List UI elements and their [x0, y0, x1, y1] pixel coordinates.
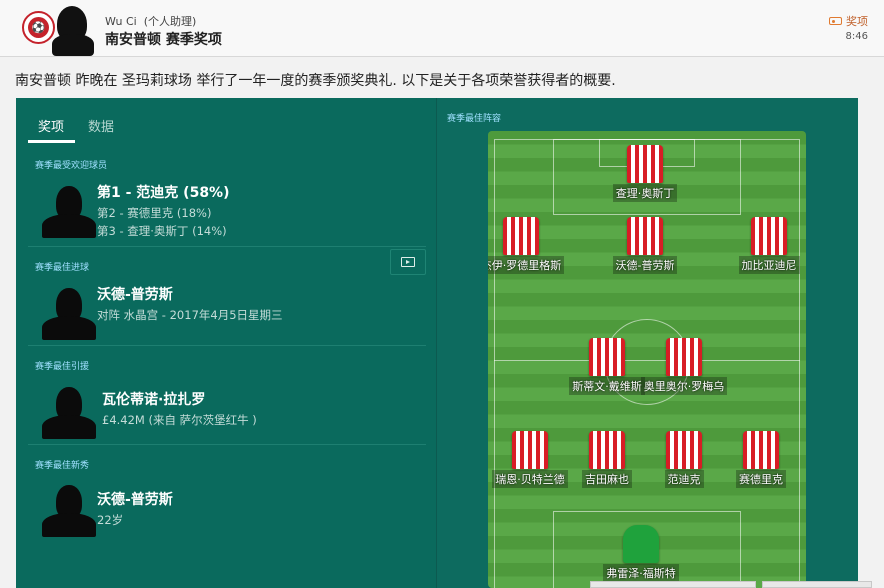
player-am[interactable]: 沃德-普劳斯: [610, 217, 680, 274]
goalkeeper-shirt-icon: [623, 525, 659, 563]
awards-list: 奖项 数据 赛季最受欢迎球员 第1 - 范迪克 (58%) 第2 - 赛德里克 …: [16, 98, 436, 588]
award-winner[interactable]: 沃德-普劳斯: [97, 489, 173, 509]
award-winner[interactable]: 沃德-普劳斯: [97, 284, 173, 304]
award-runner-up: 第2 - 赛德里克 (18%): [97, 206, 212, 220]
award-detail: £4.42M (来自 萨尔茨堡红牛 ): [102, 413, 257, 427]
tag-icon: [829, 17, 842, 25]
award-winner[interactable]: 第1 - 范迪克 (58%): [97, 182, 229, 202]
footer-button[interactable]: [590, 581, 756, 588]
shirt-icon: [512, 431, 548, 469]
shirt-icon: [666, 431, 702, 469]
panel-divider: [436, 98, 437, 588]
player-cm-left[interactable]: 斯蒂文·戴维斯: [569, 338, 645, 395]
player-cb-left[interactable]: 吉田麻也: [572, 431, 642, 488]
divider: [28, 444, 426, 445]
tv-play-icon: [401, 257, 415, 267]
player-gk[interactable]: 弗雷泽·福斯特: [603, 525, 679, 582]
message-time: 8:46: [845, 31, 868, 42]
award-detail: 22岁: [97, 513, 124, 527]
awards-panel: 奖项 数据 赛季最受欢迎球员 第1 - 范迪克 (58%) 第2 - 赛德里克 …: [16, 98, 858, 588]
player-rw[interactable]: 加比亚迪尼: [734, 217, 804, 274]
shirt-icon: [666, 338, 702, 376]
player-rb[interactable]: 赛德里克: [726, 431, 796, 488]
award-third-place: 第3 - 查理·奥斯丁 (14%): [97, 224, 227, 238]
message-header: ⚽ Wu Ci (个人助理) 南安普顿 赛季奖项 奖项 8:46: [0, 0, 884, 57]
divider: [28, 246, 426, 247]
watch-goal-button[interactable]: [390, 249, 426, 275]
award-title: 赛季最佳进球: [35, 263, 90, 273]
shirt-icon: [589, 338, 625, 376]
player-cb-right[interactable]: 范迪克: [649, 431, 719, 488]
award-detail: 对阵 水晶宫 - 2017年4月5日星期三: [97, 308, 283, 322]
player-lb[interactable]: 瑞恩·贝特兰德: [492, 431, 568, 488]
team-of-season-title: 赛季最佳阵容: [447, 114, 502, 124]
award-title: 赛季最佳新秀: [35, 461, 90, 471]
active-tab-indicator: [28, 140, 75, 143]
player-st[interactable]: 查理·奥斯丁: [610, 145, 680, 202]
shirt-icon: [743, 431, 779, 469]
message-intro: 南安普顿 昨晚在 圣玛莉球场 举行了一年一度的赛季颁奖典礼. 以下是关于各项荣誉…: [15, 73, 616, 89]
award-title: 赛季最佳引援: [35, 362, 90, 372]
player-lw[interactable]: 杰伊·罗德里格斯: [488, 217, 565, 274]
shirt-icon: [589, 431, 625, 469]
player-cm-right[interactable]: 奥里奥尔·罗梅乌: [640, 338, 728, 395]
award-title: 赛季最受欢迎球员: [35, 161, 108, 171]
tab-stats[interactable]: 数据: [88, 116, 114, 135]
sender-label: Wu Ci (个人助理): [105, 15, 197, 28]
shirt-icon: [627, 217, 663, 255]
shirt-icon: [627, 145, 663, 183]
divider: [28, 345, 426, 346]
message-tag[interactable]: 奖项: [829, 13, 868, 29]
footer-bar: [0, 576, 884, 588]
formation-pitch: 查理·奥斯丁 杰伊·罗德里格斯 沃德-普劳斯 加比亚迪尼 斯蒂文·戴维斯 奥里奥…: [488, 131, 806, 588]
shirt-icon: [751, 217, 787, 255]
message-title: 南安普顿 赛季奖项: [105, 32, 222, 48]
shirt-icon: [503, 217, 539, 255]
award-winner[interactable]: 瓦伦蒂诺·拉扎罗: [102, 389, 205, 409]
club-crest-icon: ⚽: [22, 11, 55, 44]
footer-button[interactable]: [762, 581, 872, 588]
tab-awards[interactable]: 奖项: [38, 116, 64, 135]
